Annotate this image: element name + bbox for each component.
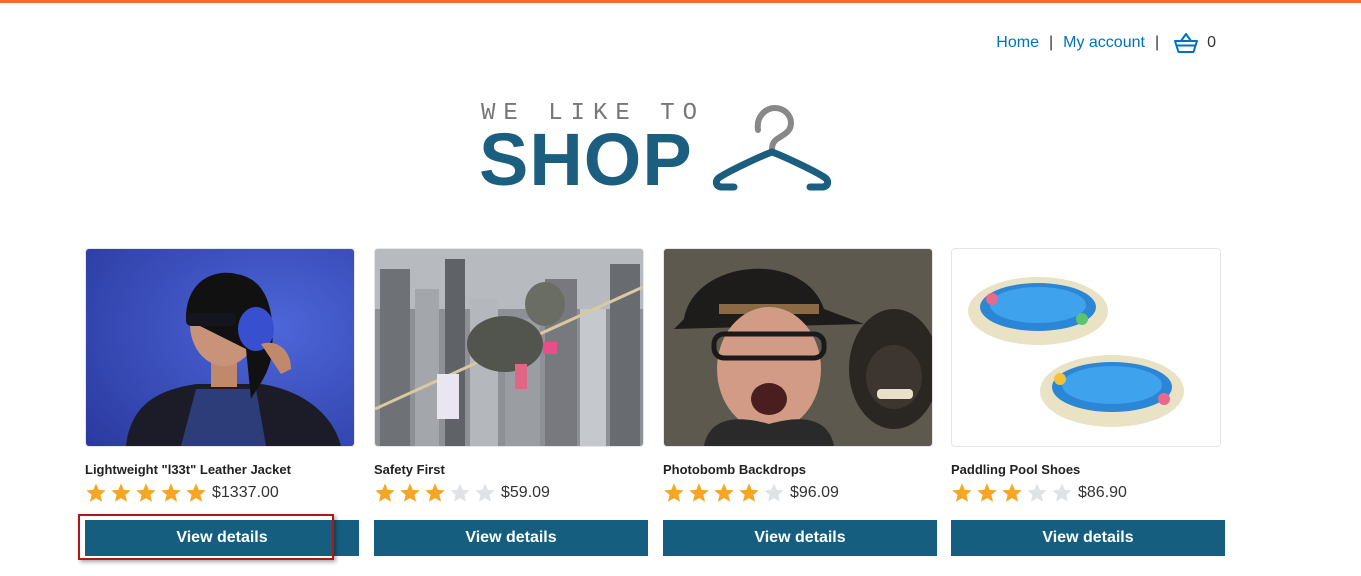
star-filled-icon xyxy=(400,483,420,502)
shopping-basket-icon[interactable] xyxy=(1173,32,1199,54)
woman-with-headphones-photo[interactable] xyxy=(85,248,355,447)
nav-separator: | xyxy=(1048,34,1054,51)
star-filled-icon xyxy=(161,483,181,502)
star-empty-icon xyxy=(450,483,470,502)
view-details-button[interactable]: View details xyxy=(663,520,937,556)
site-logo[interactable]: WE LIKE TO SHOP xyxy=(479,100,839,200)
cart-count[interactable]: 0 xyxy=(1207,34,1216,52)
product-card: Photobomb Backdrops $96.09 View details xyxy=(663,248,938,556)
product-card: Safety First $59.09 View details xyxy=(374,248,649,556)
product-name[interactable]: Lightweight "l33t" Leather Jacket xyxy=(85,462,360,478)
product-rating: $1337.00 xyxy=(85,479,360,507)
top-accent-bar xyxy=(0,0,1361,3)
product-rating: $59.09 xyxy=(374,479,649,507)
star-filled-icon xyxy=(111,483,131,502)
view-details-button[interactable]: View details xyxy=(374,520,648,556)
product-name[interactable]: Paddling Pool Shoes xyxy=(951,462,1226,478)
star-filled-icon xyxy=(952,483,972,502)
product-price: $96.09 xyxy=(790,484,839,501)
star-empty-icon xyxy=(1027,483,1047,502)
paddling-pools-photo[interactable] xyxy=(951,248,1221,447)
product-name[interactable]: Safety First xyxy=(374,462,649,478)
star-empty-icon xyxy=(1052,483,1072,502)
product-grid: Lightweight "l33t" Leather Jacket $1337.… xyxy=(78,248,1235,568)
star-filled-icon xyxy=(664,483,684,502)
home-link[interactable]: Home xyxy=(996,34,1039,52)
star-filled-icon xyxy=(689,483,709,502)
product-price: $1337.00 xyxy=(212,484,279,501)
view-details-button[interactable]: View details xyxy=(85,520,359,556)
star-empty-icon xyxy=(764,483,784,502)
star-filled-icon xyxy=(375,483,395,502)
my-account-link[interactable]: My account xyxy=(1063,34,1145,52)
view-details-button[interactable]: View details xyxy=(951,520,1225,556)
star-filled-icon xyxy=(425,483,445,502)
product-price: $86.90 xyxy=(1078,484,1127,501)
nav-separator: | xyxy=(1154,34,1160,51)
product-rating: $96.09 xyxy=(663,479,938,507)
star-filled-icon xyxy=(1002,483,1022,502)
star-filled-icon xyxy=(739,483,759,502)
star-filled-icon xyxy=(977,483,997,502)
man-and-monkey-photo[interactable] xyxy=(663,248,933,447)
star-filled-icon xyxy=(714,483,734,502)
star-filled-icon xyxy=(86,483,106,502)
product-price: $59.09 xyxy=(501,484,550,501)
product-rating: $86.90 xyxy=(951,479,1226,507)
header-nav: Home | My account | 0 xyxy=(996,32,1216,54)
hanger-icon xyxy=(712,104,832,191)
child-on-tightrope-photo[interactable] xyxy=(374,248,644,447)
star-filled-icon xyxy=(186,483,206,502)
product-name[interactable]: Photobomb Backdrops xyxy=(663,462,938,478)
product-card: Paddling Pool Shoes $86.90 View details xyxy=(951,248,1226,556)
product-card: Lightweight "l33t" Leather Jacket $1337.… xyxy=(78,248,360,560)
logo-wordmark: SHOP xyxy=(479,118,693,201)
star-filled-icon xyxy=(136,483,156,502)
star-empty-icon xyxy=(475,483,495,502)
